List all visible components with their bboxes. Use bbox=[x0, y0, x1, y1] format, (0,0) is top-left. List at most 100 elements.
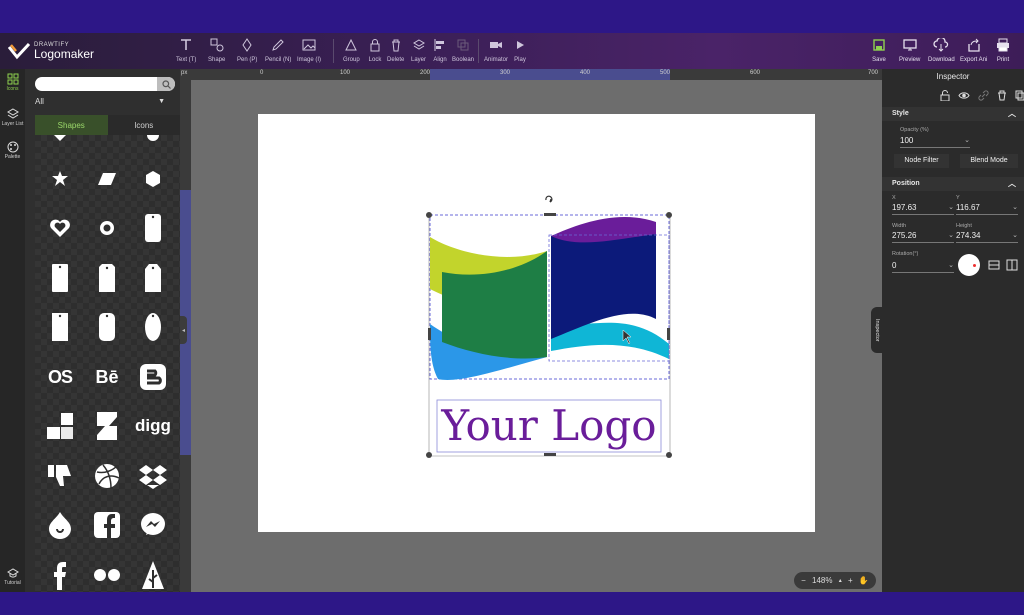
opacity-field[interactable]: 100 ⌄ bbox=[900, 136, 970, 148]
rail-layer-list[interactable]: Layer List bbox=[0, 108, 25, 127]
x-field[interactable]: 197.63 ⌄ bbox=[892, 203, 954, 215]
tag-square-icon[interactable] bbox=[40, 307, 80, 347]
app-logo[interactable]: DRAWTIFY Logomaker bbox=[7, 39, 94, 63]
rail-icons[interactable]: Icons bbox=[0, 73, 25, 92]
tag-rounded-icon[interactable] bbox=[133, 208, 173, 248]
thumbs-down-icon[interactable] bbox=[40, 456, 80, 496]
digg-icon[interactable]: digg bbox=[133, 406, 173, 446]
trash-icon bbox=[389, 37, 403, 53]
delicious-icon[interactable] bbox=[40, 406, 80, 446]
tool-pencil[interactable]: Pencil (N) bbox=[265, 37, 291, 63]
tool-boolean[interactable]: Boolean bbox=[452, 37, 474, 63]
parallelogram-icon[interactable] bbox=[87, 159, 127, 199]
trash-icon[interactable] bbox=[997, 90, 1007, 101]
tab-shapes[interactable]: Shapes bbox=[35, 115, 108, 135]
zoom-out-button[interactable]: − bbox=[801, 576, 806, 585]
logo-text[interactable]: Your Logo bbox=[438, 398, 660, 452]
flip-horizontal-icon[interactable] bbox=[988, 259, 1000, 271]
logo-artwork[interactable] bbox=[258, 114, 815, 532]
tool-align[interactable]: Align bbox=[433, 37, 447, 63]
zoom-in-button[interactable]: + bbox=[848, 576, 853, 585]
category-dropdown[interactable]: All ▼ bbox=[35, 97, 165, 111]
node-filter-button[interactable]: Node Filter bbox=[894, 154, 949, 168]
tool-shape[interactable]: Shape bbox=[208, 37, 225, 63]
tool-animator[interactable]: Animator bbox=[484, 37, 508, 63]
tool-pen[interactable]: Pen (P) bbox=[237, 37, 257, 63]
tag-icon[interactable] bbox=[40, 258, 80, 298]
pan-hand-icon[interactable]: ✋ bbox=[859, 576, 869, 585]
tool-lock[interactable]: Lock bbox=[368, 37, 382, 63]
tool-delete[interactable]: Delete bbox=[387, 37, 404, 63]
tool-save[interactable]: Save bbox=[872, 37, 886, 63]
y-field[interactable]: 116.67 ⌄ bbox=[956, 203, 1018, 215]
search-input[interactable] bbox=[35, 77, 175, 91]
oval-tag-icon[interactable] bbox=[133, 307, 173, 347]
tool-play-label: Play bbox=[514, 57, 526, 63]
tool-group[interactable]: Group bbox=[343, 37, 360, 63]
tool-preview[interactable]: Preview bbox=[899, 37, 920, 63]
rail-layer-list-label: Layer List bbox=[1, 121, 24, 127]
ruler-tick: 700 bbox=[868, 70, 879, 76]
rotation-dial[interactable] bbox=[958, 254, 980, 276]
rotation-field[interactable]: 0 ⌄ bbox=[892, 261, 954, 273]
icons-panel: All ▼ Shapes Icons OS Bē digg bbox=[25, 69, 180, 592]
rail-palette[interactable]: Palette bbox=[0, 141, 25, 160]
inspector-toggle-tab[interactable]: Inspector bbox=[871, 307, 883, 353]
collapse-panel-handle[interactable]: ◂ bbox=[180, 316, 187, 344]
tool-export[interactable]: Export Ani bbox=[960, 37, 987, 63]
zoom-caret-icon[interactable]: ▴ bbox=[839, 577, 842, 584]
position-section-header[interactable]: Position ︿ bbox=[882, 177, 1024, 191]
tool-print[interactable]: Print bbox=[996, 37, 1010, 63]
tag-soft-icon[interactable] bbox=[87, 307, 127, 347]
blogger-icon[interactable] bbox=[133, 357, 173, 397]
height-label: Height bbox=[956, 223, 972, 229]
copy-icon[interactable] bbox=[1015, 90, 1024, 101]
height-field[interactable]: 274.34 ⌄ bbox=[956, 231, 1018, 243]
behance-icon[interactable]: Bē bbox=[87, 357, 127, 397]
dropbox-icon[interactable] bbox=[133, 456, 173, 496]
chevron-up-icon: ︿ bbox=[1008, 109, 1016, 118]
facebook-square-icon[interactable] bbox=[87, 505, 127, 545]
artboard[interactable]: Your Logo bbox=[258, 114, 815, 532]
drupal-icon[interactable] bbox=[40, 505, 80, 545]
export-icon bbox=[967, 37, 981, 53]
tool-text[interactable]: Text (T) bbox=[176, 37, 196, 63]
unlock-icon[interactable] bbox=[940, 90, 950, 101]
facebook-f-icon[interactable] bbox=[40, 555, 80, 592]
partial-shape-icon[interactable] bbox=[133, 135, 173, 157]
tool-print-label: Print bbox=[996, 57, 1010, 63]
tool-image[interactable]: Image (I) bbox=[297, 37, 321, 63]
flip-vertical-icon[interactable] bbox=[1006, 259, 1018, 271]
style-section-header[interactable]: Style ︿ bbox=[882, 107, 1024, 121]
blend-mode-button[interactable]: Blend Mode bbox=[960, 154, 1018, 168]
hexagon-icon[interactable] bbox=[133, 159, 173, 199]
height-value: 274.34 bbox=[956, 231, 981, 240]
heart-icon[interactable] bbox=[40, 208, 80, 248]
forrst-icon[interactable] bbox=[133, 555, 173, 592]
partial-shape-icon[interactable] bbox=[40, 135, 80, 157]
rail-tutorial-label: Tutorial bbox=[4, 580, 21, 586]
tool-play[interactable]: Play bbox=[514, 37, 526, 63]
tag-peak-icon[interactable] bbox=[133, 258, 173, 298]
shape-tool-icon bbox=[210, 37, 224, 53]
messenger-icon[interactable] bbox=[133, 505, 173, 545]
width-field[interactable]: 275.26 ⌄ bbox=[892, 231, 954, 243]
eye-icon[interactable] bbox=[958, 90, 970, 101]
rail-tutorial[interactable]: Tutorial bbox=[0, 567, 25, 586]
tutorial-icon bbox=[6, 568, 19, 578]
tool-download[interactable]: Download bbox=[928, 37, 955, 63]
tool-layer[interactable]: Layer bbox=[411, 37, 426, 63]
save-icon bbox=[872, 37, 886, 53]
link-icon[interactable] bbox=[978, 90, 989, 101]
spinner-icon: ⌄ bbox=[1012, 232, 1018, 239]
tag-hole-icon[interactable] bbox=[87, 258, 127, 298]
flickr-icon[interactable] bbox=[87, 555, 127, 592]
deviantart-icon[interactable] bbox=[87, 406, 127, 446]
search-button[interactable] bbox=[157, 77, 175, 91]
dribbble-icon[interactable] bbox=[87, 456, 127, 496]
tab-icons[interactable]: Icons bbox=[107, 115, 180, 135]
ring-icon[interactable] bbox=[87, 208, 127, 248]
star6-icon[interactable] bbox=[40, 159, 80, 199]
chevron-up-icon: ︿ bbox=[1008, 179, 1016, 188]
lastfm-icon[interactable]: OS bbox=[40, 357, 80, 397]
